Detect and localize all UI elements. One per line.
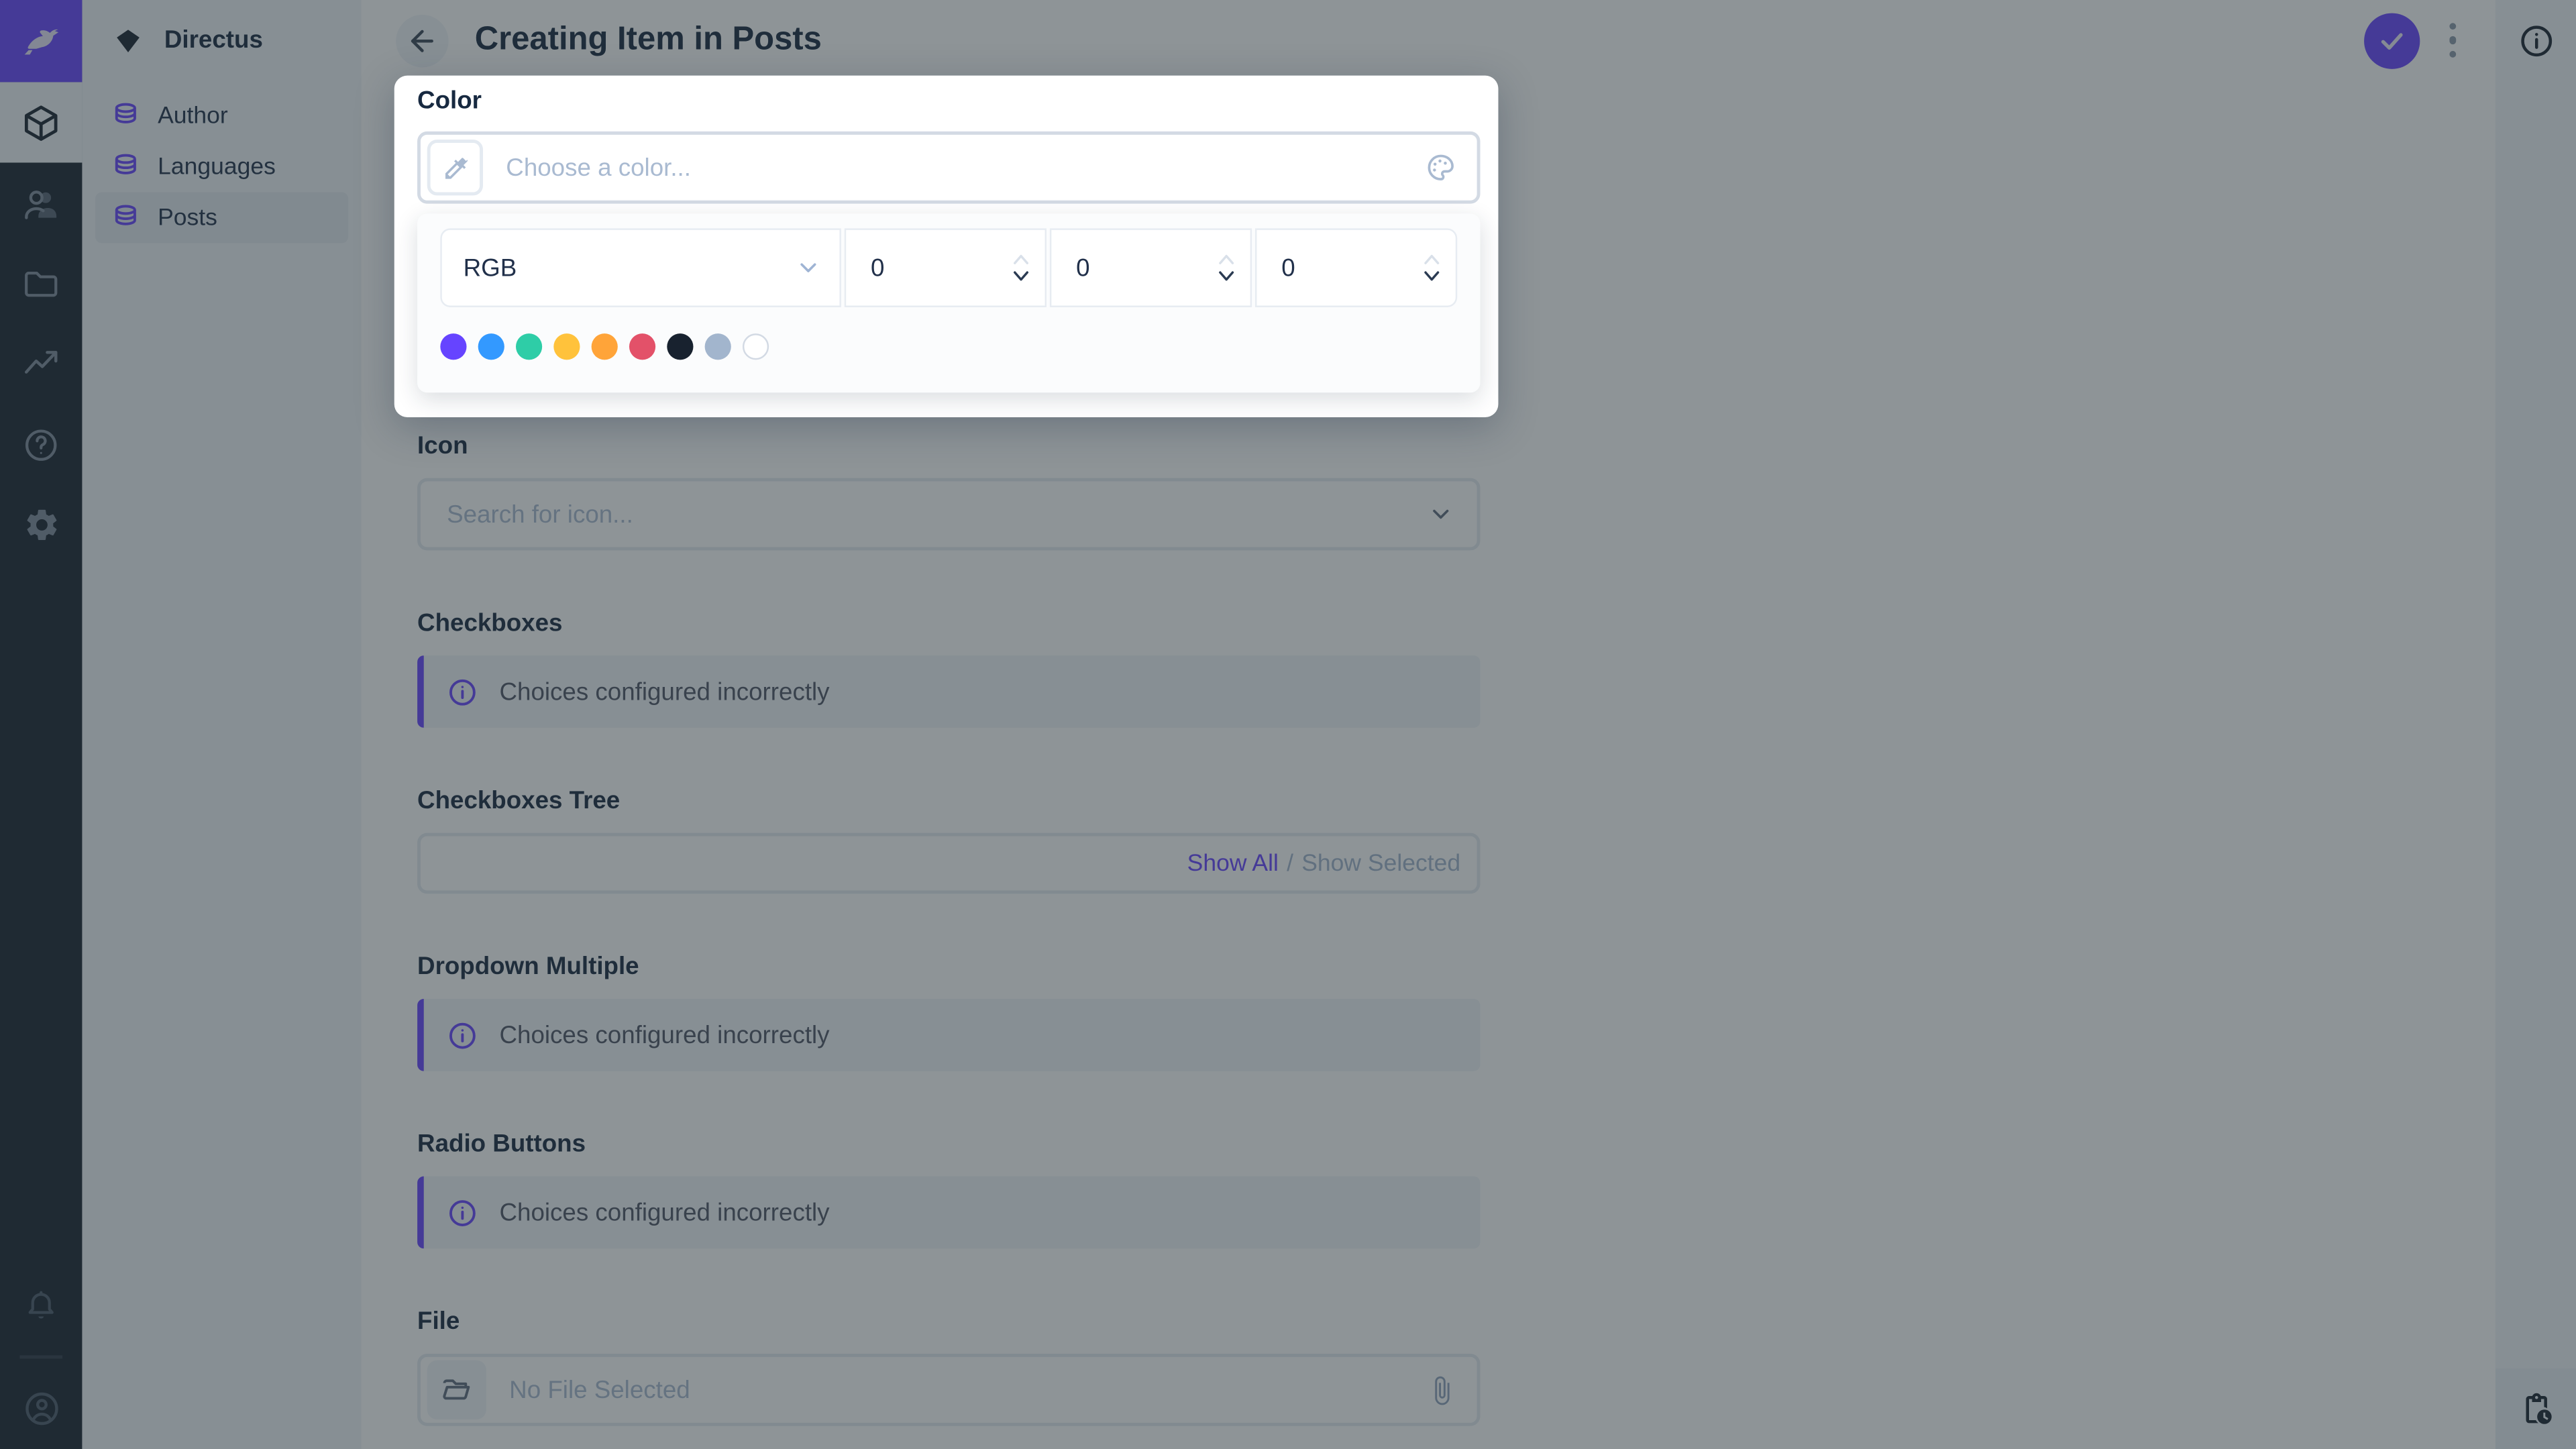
channel-b-input[interactable]	[1255, 228, 1458, 307]
channel-g-value[interactable]	[1073, 252, 1216, 284]
eyedropper-icon	[441, 154, 470, 182]
channel-b-stepper[interactable]	[1421, 252, 1442, 284]
color-text-input[interactable]	[502, 152, 1425, 184]
swatch-black[interactable]	[667, 333, 694, 360]
color-mode-value: RGB	[463, 254, 517, 282]
swatch-yellow[interactable]	[553, 333, 580, 360]
channel-g-input[interactable]	[1049, 228, 1252, 307]
color-mode-select[interactable]: RGB	[440, 228, 841, 307]
swatch-red[interactable]	[629, 333, 656, 360]
swatch-white[interactable]	[742, 333, 769, 360]
color-input[interactable]	[417, 131, 1481, 204]
color-field-label: Color	[417, 87, 482, 115]
channel-b-value[interactable]	[1278, 252, 1421, 284]
swatch-purple[interactable]	[440, 333, 467, 360]
swatch-green[interactable]	[515, 333, 543, 360]
channel-r-stepper[interactable]	[1010, 252, 1032, 284]
palette-icon	[1424, 151, 1457, 184]
color-picker-panel: RGB	[417, 213, 1481, 393]
color-picker-popup: Color Choose a color... RGB 0 0 0	[394, 75, 1499, 418]
swatch-orange[interactable]	[591, 333, 618, 360]
chevron-down-icon	[795, 255, 821, 281]
color-value-row: RGB	[440, 228, 1458, 307]
channel-r-input[interactable]	[844, 228, 1046, 307]
channel-g-stepper[interactable]	[1216, 252, 1237, 284]
app-root: Directus Author	[0, 0, 2576, 1449]
color-swatches	[440, 333, 1457, 360]
swatch-blue-gray[interactable]	[704, 333, 731, 360]
channel-r-value[interactable]	[867, 252, 1011, 284]
eyedropper-button[interactable]	[427, 140, 483, 196]
swatch-blue[interactable]	[478, 333, 504, 360]
